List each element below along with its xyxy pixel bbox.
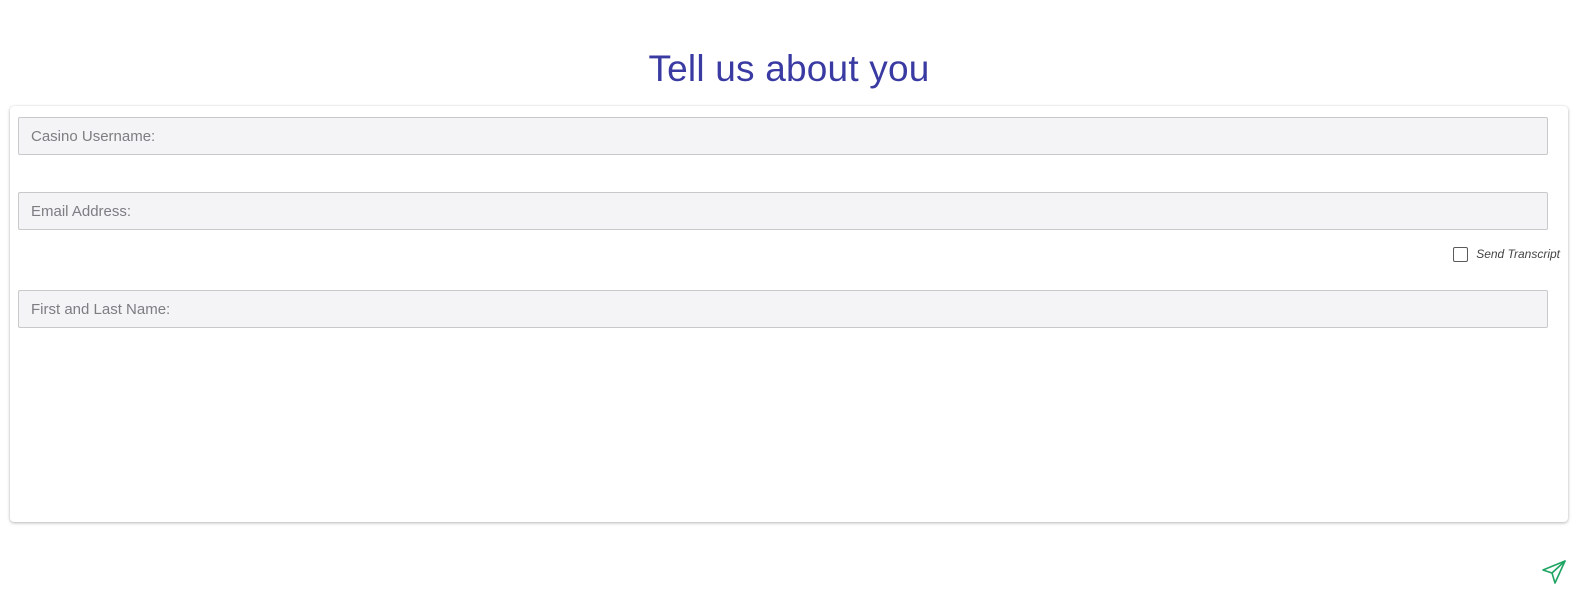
- send-transcript-option[interactable]: Send Transcript: [1453, 245, 1560, 263]
- form-card: Send Transcript: [10, 106, 1568, 522]
- send-button[interactable]: [1540, 558, 1568, 586]
- email-address-input[interactable]: [18, 192, 1548, 230]
- casino-username-input[interactable]: [18, 117, 1548, 155]
- page-title: Tell us about you: [648, 48, 930, 89]
- send-transcript-checkbox[interactable]: [1453, 246, 1469, 262]
- send-paper-plane-icon: [1542, 560, 1566, 584]
- send-transcript-label: Send Transcript: [1476, 247, 1560, 261]
- first-last-name-input[interactable]: [18, 290, 1548, 328]
